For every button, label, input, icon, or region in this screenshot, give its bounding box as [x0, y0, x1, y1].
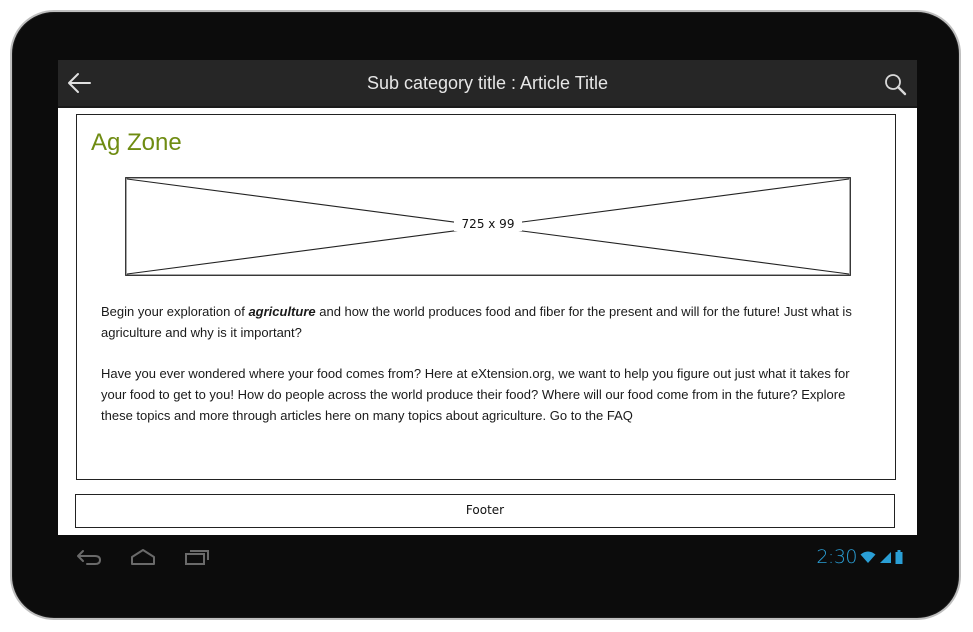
detail-text: Have you ever wondered where your food c… [101, 366, 850, 423]
intro-text-before: Begin your exploration of [101, 304, 249, 319]
action-bar: Sub category title : Article Title [58, 60, 917, 108]
page-title: Sub category title : Article Title [366, 73, 609, 93]
detail-paragraph: Have you ever wondered where your food c… [101, 363, 873, 426]
system-back-button[interactable] [72, 543, 106, 571]
article-body: Begin your exploration of agriculture an… [101, 301, 873, 446]
search-icon [885, 74, 907, 96]
status-area: 2:30 [816, 543, 903, 571]
system-recents-button[interactable] [180, 543, 214, 571]
back-button[interactable] [62, 66, 96, 100]
device-screen: Sub category title : Article Title Ag Zo… [58, 60, 917, 535]
content-card: Ag Zone 725 x 99 Begin your exploration … [76, 114, 896, 480]
battery-icon [895, 550, 903, 564]
page-root: Sub category title : Article Title Ag Zo… [0, 0, 973, 632]
recent-apps-icon [185, 550, 209, 565]
faq-link[interactable]: Go to the FAQ [550, 408, 633, 423]
system-nav-bar: 2:30 [58, 535, 917, 580]
status-clock: 2:30 [816, 546, 857, 568]
system-back-icon [77, 550, 101, 565]
signal-icon [880, 552, 891, 563]
zone-title: Ag Zone [91, 129, 182, 156]
system-home-button[interactable] [126, 543, 160, 571]
image-placeholder-icon [125, 177, 851, 276]
intro-emphasis: agriculture [248, 304, 316, 319]
intro-paragraph: Begin your exploration of agriculture an… [101, 301, 873, 343]
footer: Footer [75, 494, 895, 528]
banner-image-placeholder: 725 x 99 [125, 177, 851, 276]
wifi-icon [860, 551, 876, 563]
search-button[interactable] [879, 68, 911, 100]
home-icon [131, 549, 155, 565]
back-arrow-icon [68, 73, 91, 93]
